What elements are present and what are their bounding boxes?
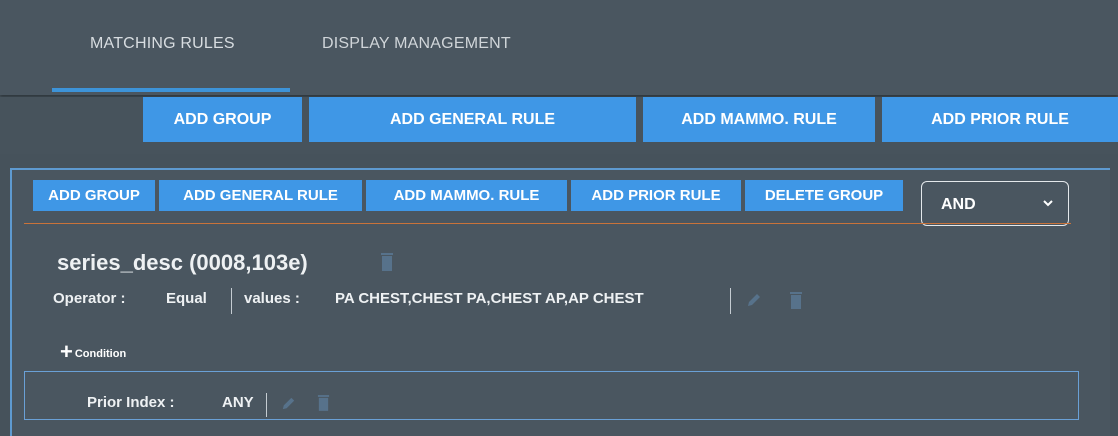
trash-icon[interactable]	[317, 393, 330, 412]
group-add-prior-rule-button[interactable]: ADD PRIOR RULE	[571, 180, 741, 211]
group-divider	[24, 223, 1071, 224]
tab-display-management[interactable]: DISPLAY MANAGEMENT	[322, 35, 511, 53]
add-condition-button[interactable]: + Condition	[60, 341, 126, 363]
separator	[730, 288, 731, 314]
operator-label: Operator :	[53, 290, 126, 307]
chevron-down-icon	[1043, 200, 1053, 207]
add-general-rule-button[interactable]: ADD GENERAL RULE	[309, 97, 636, 142]
pencil-icon[interactable]	[280, 395, 297, 412]
trash-icon[interactable]	[380, 250, 394, 272]
prior-rule-box	[24, 371, 1079, 420]
operator-value: Equal	[166, 290, 207, 307]
add-condition-label: Condition	[74, 348, 127, 360]
tab-matching-rules[interactable]: MATCHING RULES	[90, 35, 235, 53]
group-add-general-rule-button[interactable]: ADD GENERAL RULE	[159, 180, 362, 211]
separator	[266, 393, 267, 417]
separator	[231, 288, 232, 314]
add-mammo-rule-button[interactable]: ADD MAMMO. RULE	[643, 97, 875, 142]
prior-index-label: Prior Index :	[87, 394, 175, 411]
trash-icon[interactable]	[789, 290, 803, 310]
group-add-mammo-rule-button[interactable]: ADD MAMMO. RULE	[366, 180, 567, 211]
rule-title: series_desc (0008,103e)	[57, 250, 308, 275]
values-value: PA CHEST,CHEST PA,CHEST AP,AP CHEST	[335, 290, 644, 307]
add-group-button[interactable]: ADD GROUP	[143, 97, 302, 142]
logic-operator-value: AND	[941, 196, 976, 213]
pencil-icon[interactable]	[745, 291, 763, 309]
add-prior-rule-button[interactable]: ADD PRIOR RULE	[882, 97, 1118, 142]
prior-index-value: ANY	[222, 394, 254, 411]
active-tab-indicator	[52, 88, 290, 92]
tab-bar: MATCHING RULES DISPLAY MANAGEMENT	[0, 0, 1118, 95]
logic-operator-select[interactable]: AND	[921, 181, 1069, 226]
values-label: values :	[244, 290, 300, 307]
plus-icon: +	[60, 339, 73, 364]
delete-group-button[interactable]: DELETE GROUP	[745, 180, 903, 211]
group-add-group-button[interactable]: ADD GROUP	[33, 180, 155, 211]
